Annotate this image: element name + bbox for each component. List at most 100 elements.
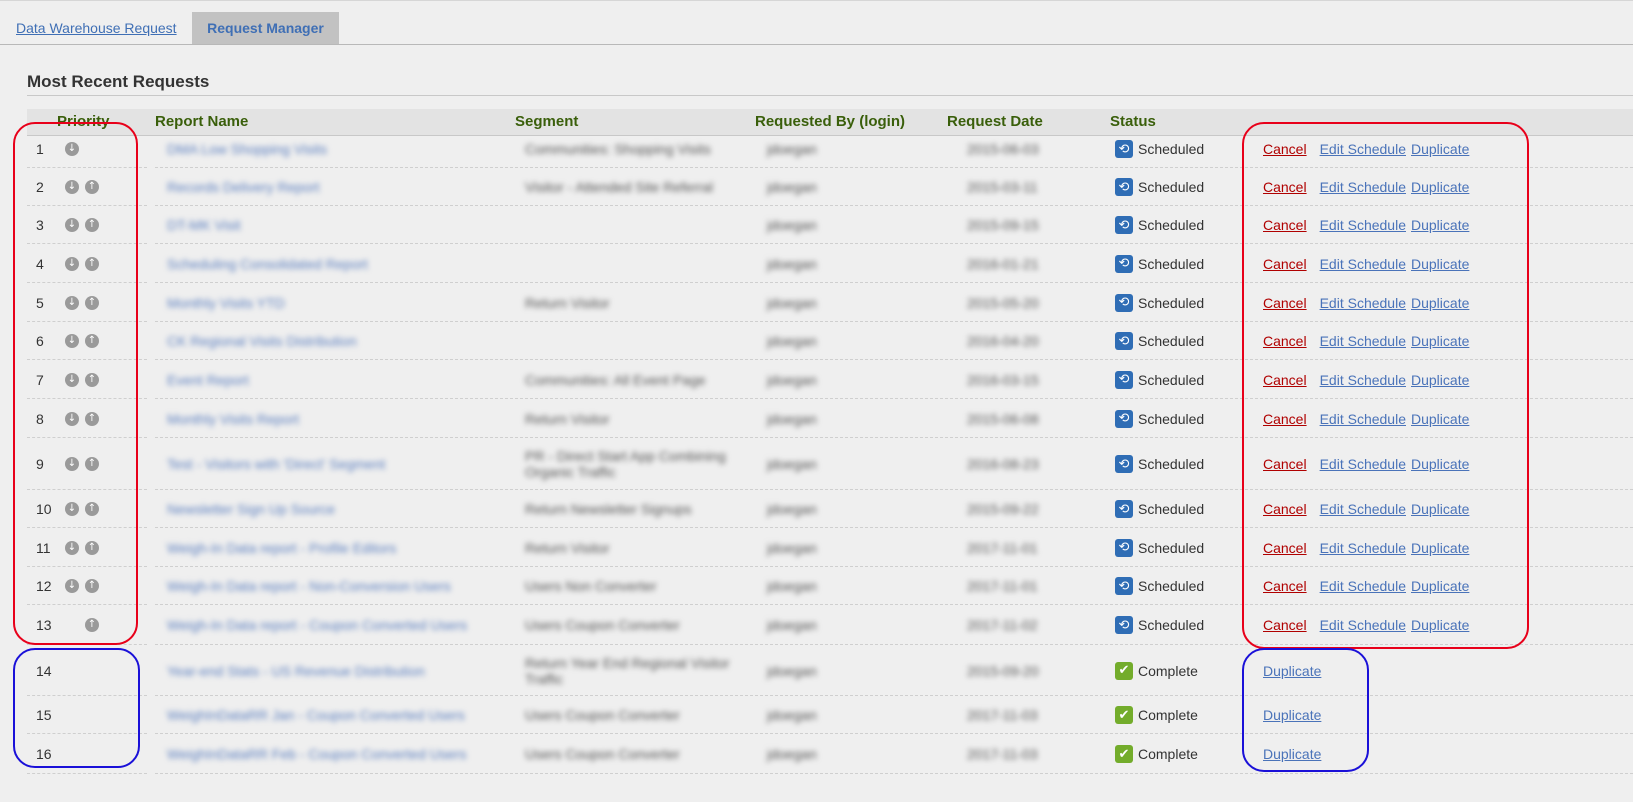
duplicate-link[interactable]: Duplicate	[1411, 501, 1469, 517]
request-date-cell: 2017-11-01	[967, 539, 1038, 556]
cancel-link[interactable]: Cancel	[1263, 295, 1307, 311]
report-name-link[interactable]: CK Regional Visits Distribution	[167, 322, 522, 360]
edit-schedule-link[interactable]: Edit Schedule	[1320, 617, 1406, 633]
report-name-link[interactable]: Weigh-In Data report - Profile Editors	[167, 528, 522, 567]
table-row: 3 ↓ ↑ DT-MK Visit jdoegan 2015-09-15 ⟲ Schedule…	[27, 206, 1633, 244]
duplicate-link[interactable]: Duplicate	[1411, 333, 1469, 349]
move-down-icon[interactable]: ↓	[65, 411, 79, 426]
move-up-icon[interactable]: ↑	[85, 180, 99, 194]
priority-number: 9	[36, 456, 44, 472]
report-name-link[interactable]: Weigh-In Data report - Coupon Converted …	[167, 605, 522, 645]
report-name-link[interactable]: DT-MK Visit	[167, 206, 522, 244]
duplicate-link[interactable]: Duplicate	[1411, 256, 1469, 272]
duplicate-link[interactable]: Duplicate	[1411, 372, 1469, 388]
edit-schedule-link[interactable]: Edit Schedule	[1320, 372, 1406, 388]
cancel-link[interactable]: Cancel	[1263, 217, 1307, 233]
duplicate-link[interactable]: Duplicate	[1411, 217, 1469, 233]
report-name-link[interactable]: Scheduling Consolidated Report	[167, 244, 522, 283]
cancel-link[interactable]: Cancel	[1263, 411, 1307, 427]
cancel-link[interactable]: Cancel	[1263, 578, 1307, 594]
request-date-cell: 2015-09-22	[967, 501, 1039, 517]
row-actions: Cancel Edit Schedule Duplicate	[1263, 438, 1593, 490]
segment-cell: Return Visitor	[525, 539, 610, 556]
move-up-icon[interactable]: ↑	[85, 334, 99, 348]
report-name-link[interactable]: Year-end Stats - US Revenue Distribution	[167, 645, 522, 696]
report-name-link[interactable]: Records Delivery Report	[167, 168, 522, 206]
move-down-icon[interactable]: ↓	[65, 334, 79, 348]
duplicate-link[interactable]: Duplicate	[1411, 540, 1469, 556]
edit-schedule-link[interactable]: Edit Schedule	[1320, 295, 1406, 311]
report-name-link[interactable]: Test - Visitors with 'Direct' Segment	[167, 438, 522, 490]
move-down-icon[interactable]: ↓	[65, 218, 79, 232]
report-name-link[interactable]: Monthly Visits YTD	[167, 283, 522, 322]
move-up-icon[interactable]: ↑	[85, 218, 99, 232]
duplicate-link[interactable]: Duplicate	[1411, 617, 1469, 633]
row-actions: Cancel Edit Schedule Duplicate	[1263, 605, 1593, 645]
move-down-icon[interactable]: ↓	[65, 142, 79, 156]
move-down-icon[interactable]: ↓	[65, 540, 79, 555]
segment-cell: Communities: All Event Page	[525, 371, 706, 388]
requested-by-cell: jdoegan	[767, 662, 817, 679]
move-down-icon[interactable]: ↓	[65, 579, 79, 593]
move-up-icon[interactable]: ↑	[85, 457, 99, 471]
move-down-icon[interactable]: ↓	[65, 372, 79, 387]
report-name-link[interactable]: Event Report	[167, 360, 522, 399]
move-up-icon[interactable]: ↑	[85, 411, 99, 426]
duplicate-link[interactable]: Duplicate	[1411, 456, 1469, 472]
duplicate-link[interactable]: Duplicate	[1411, 295, 1469, 311]
cancel-link[interactable]: Cancel	[1263, 372, 1307, 388]
move-up-icon[interactable]: ↑	[85, 618, 99, 632]
edit-schedule-link[interactable]: Edit Schedule	[1320, 217, 1406, 233]
report-name-link[interactable]: Newsletter Sign Up Source	[167, 490, 522, 528]
cancel-link[interactable]: Cancel	[1263, 333, 1307, 349]
request-date-cell: 2017-11-03	[967, 746, 1038, 762]
cancel-link[interactable]: Cancel	[1263, 540, 1307, 556]
duplicate-link[interactable]: Duplicate	[1411, 578, 1469, 594]
duplicate-link[interactable]: Duplicate	[1411, 179, 1469, 195]
cancel-link[interactable]: Cancel	[1263, 179, 1307, 195]
move-up-icon[interactable]: ↑	[85, 372, 99, 387]
edit-schedule-link[interactable]: Edit Schedule	[1320, 141, 1406, 157]
report-name-link[interactable]: WeighInDataRR Jan - Coupon Converted Use…	[167, 696, 522, 734]
duplicate-link[interactable]: Duplicate	[1263, 707, 1321, 723]
edit-schedule-link[interactable]: Edit Schedule	[1320, 456, 1406, 472]
cancel-link[interactable]: Cancel	[1263, 256, 1307, 272]
edit-schedule-link[interactable]: Edit Schedule	[1320, 501, 1406, 517]
move-up-icon[interactable]: ↑	[85, 540, 99, 555]
report-name-link[interactable]: DMA Low Shopping Visits	[167, 130, 522, 168]
edit-schedule-link[interactable]: Edit Schedule	[1320, 578, 1406, 594]
report-name-link[interactable]: Weigh-In Data report - Non-Conversion Us…	[167, 567, 522, 605]
report-name-link[interactable]: WeighInDataRR Feb - Coupon Converted Use…	[167, 734, 522, 774]
move-down-icon[interactable]: ↓	[65, 180, 79, 194]
report-name-link[interactable]: Monthly Visits Report	[167, 399, 522, 438]
duplicate-link[interactable]: Duplicate	[1263, 663, 1321, 679]
edit-schedule-link[interactable]: Edit Schedule	[1320, 540, 1406, 556]
move-down-icon[interactable]: ↓	[65, 457, 79, 471]
tab-request-manager[interactable]: Request Manager	[192, 12, 339, 44]
cancel-link[interactable]: Cancel	[1263, 617, 1307, 633]
priority-number: 13	[36, 617, 52, 633]
duplicate-link[interactable]: Duplicate	[1411, 141, 1469, 157]
move-up-icon[interactable]: ↑	[85, 579, 99, 593]
edit-schedule-link[interactable]: Edit Schedule	[1320, 256, 1406, 272]
edit-schedule-link[interactable]: Edit Schedule	[1320, 333, 1406, 349]
priority-arrows: ↓ ↑	[65, 399, 115, 438]
move-down-icon[interactable]: ↓	[65, 502, 79, 516]
schedule-clock-icon: ⟲	[1115, 538, 1133, 557]
cancel-link[interactable]: Cancel	[1263, 141, 1307, 157]
move-down-icon[interactable]: ↓	[65, 256, 79, 271]
move-down-icon[interactable]: ↓	[65, 295, 79, 310]
duplicate-link[interactable]: Duplicate	[1411, 411, 1469, 427]
move-up-icon[interactable]: ↑	[85, 502, 99, 516]
status-cell: ⟲ Scheduled	[1115, 283, 1235, 322]
edit-schedule-link[interactable]: Edit Schedule	[1320, 179, 1406, 195]
priority-arrows: ↓ ↑	[65, 567, 115, 605]
row-actions: Cancel Edit Schedule Duplicate	[1263, 567, 1593, 605]
cancel-link[interactable]: Cancel	[1263, 456, 1307, 472]
tab-data-warehouse-request[interactable]: Data Warehouse Request	[16, 12, 177, 44]
move-up-icon[interactable]: ↑	[85, 295, 99, 310]
duplicate-link[interactable]: Duplicate	[1263, 746, 1321, 762]
edit-schedule-link[interactable]: Edit Schedule	[1320, 411, 1406, 427]
move-up-icon[interactable]: ↑	[85, 256, 99, 271]
cancel-link[interactable]: Cancel	[1263, 501, 1307, 517]
